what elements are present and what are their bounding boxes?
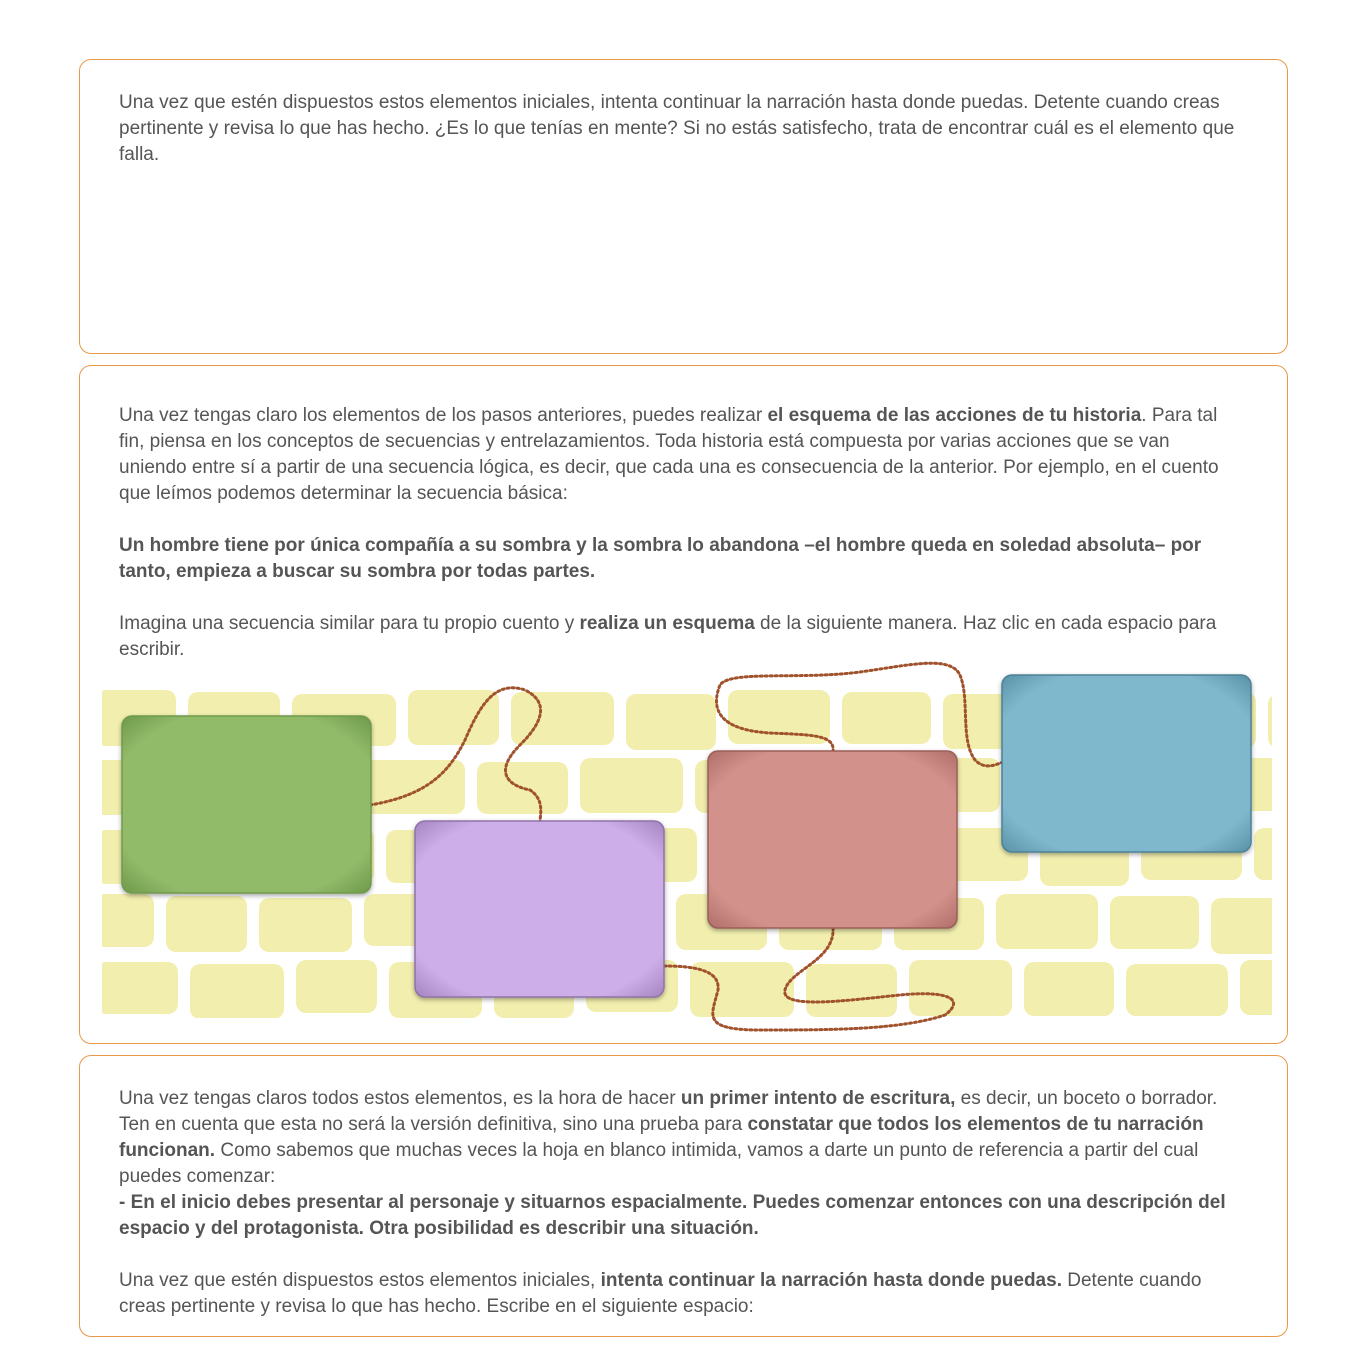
scheme-box-blue[interactable] bbox=[1001, 674, 1252, 853]
instruction-panel-3: Una vez tengas claros todos estos elemen… bbox=[79, 1055, 1288, 1337]
scheme-box-green[interactable] bbox=[121, 715, 372, 894]
scheme-instructions: Imagina una secuencia similar para tu pr… bbox=[119, 611, 1239, 663]
example-sequence: Un hombre tiene por única compañía a su … bbox=[119, 535, 1202, 582]
instruction-panel-1: Una vez que estén dispuestos estos eleme… bbox=[79, 59, 1288, 354]
draft-text-a: Una vez tengas claros todos estos elemen… bbox=[119, 1088, 681, 1109]
instr-text-start: Imagina una secuencia similar para tu pr… bbox=[119, 613, 580, 634]
intro-text-start: Una vez tengas claro los elementos de lo… bbox=[119, 405, 768, 426]
scheme-box-purple[interactable] bbox=[414, 820, 665, 998]
continue-text-a: Una vez que estén dispuestos estos eleme… bbox=[119, 1270, 601, 1291]
scheme-box-rose[interactable] bbox=[707, 750, 958, 929]
instr-bold-text: realiza un esquema bbox=[579, 613, 755, 634]
draft-bold-1: un primer intento de escritura, bbox=[680, 1088, 956, 1109]
section1-text: Una vez que estén dispuestos estos eleme… bbox=[119, 92, 1235, 165]
section3-text: Una vez tengas claros todos estos elemen… bbox=[119, 1086, 1239, 1320]
intro-bold-text: el esquema de las acciones de tu histori… bbox=[767, 405, 1142, 426]
continue-bold: intenta continuar la narración hasta don… bbox=[600, 1270, 1062, 1291]
section2-intro: Una vez tengas claro los elementos de lo… bbox=[119, 403, 1239, 507]
draft-text-c: Como sabemos que muchas veces la hoja en… bbox=[119, 1140, 1199, 1187]
draft-bullet: - En el inicio debes presentar al person… bbox=[119, 1192, 1226, 1239]
